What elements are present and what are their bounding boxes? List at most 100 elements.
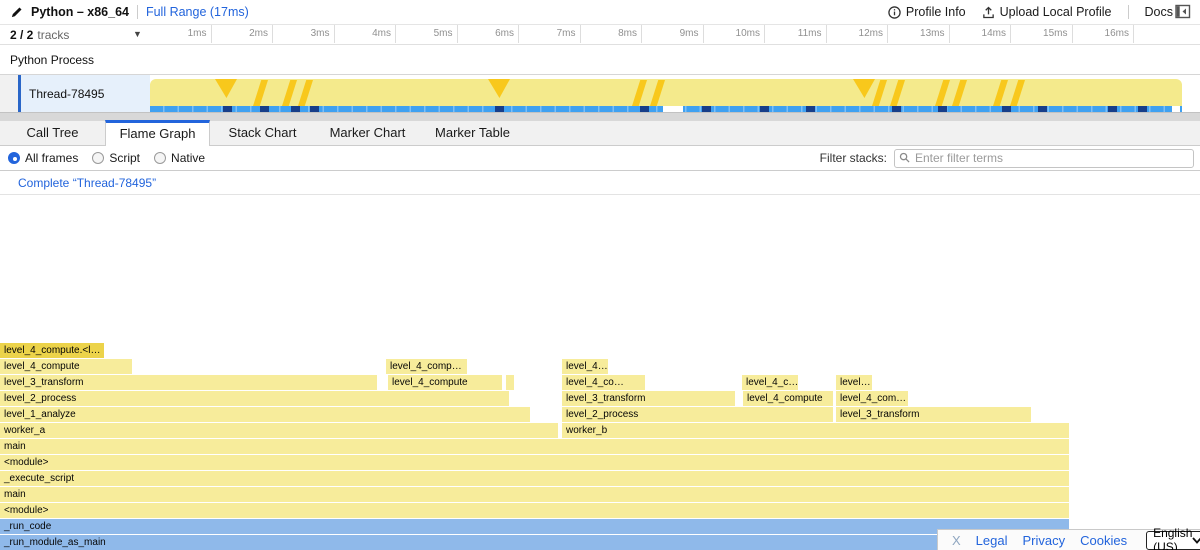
- flame-frame[interactable]: level_4_comp…: [386, 359, 467, 374]
- radio-dot-native[interactable]: [154, 152, 166, 164]
- ruler-tick: 13ms: [888, 25, 950, 43]
- ruler-tick: 1ms: [150, 25, 212, 43]
- header-actions: Profile Info Upload Local Profile Docs: [888, 5, 1190, 19]
- radio-dot-all-frames[interactable]: [8, 152, 20, 164]
- marker-slash-icon: [890, 80, 905, 106]
- flame-frame[interactable]: level_1_analyze: [0, 407, 530, 422]
- flame-frame[interactable]: worker_b: [562, 423, 1069, 438]
- ruler-tick: 10ms: [704, 25, 766, 43]
- flame-frame[interactable]: level_2_process: [562, 407, 833, 422]
- flame-frame[interactable]: level_4_compute.<l…: [0, 343, 104, 358]
- profile-name-group: Python – x86_64 Full Range (17ms): [10, 5, 249, 19]
- tracks-dropdown[interactable]: 2 / 2 tracks ▼: [0, 25, 150, 44]
- footer-close-button[interactable]: X: [952, 533, 961, 548]
- flame-frame[interactable]: main: [0, 487, 1069, 502]
- marker-slash-icon: [650, 80, 665, 106]
- gc-marker-icon: [488, 79, 510, 98]
- thread-track-label-area[interactable]: Thread-78495: [21, 75, 150, 112]
- flame-frame[interactable]: worker_a: [0, 423, 558, 438]
- ruler-tick: 16ms: [1073, 25, 1135, 43]
- flame-frame[interactable]: level_4_compute: [743, 391, 833, 406]
- marker-slash-icon: [993, 80, 1008, 106]
- footer-links: Legal Privacy Cookies: [976, 533, 1127, 548]
- docs-label: Docs: [1145, 5, 1173, 19]
- flame-frame[interactable]: level_4_c…: [742, 375, 798, 390]
- flame-frame[interactable]: [506, 375, 514, 390]
- full-range-link[interactable]: Full Range (17ms): [146, 5, 249, 19]
- flame-frame[interactable]: main: [0, 439, 1069, 454]
- thread-track-canvas[interactable]: [150, 75, 1182, 112]
- radio-label-native: Native: [171, 151, 205, 165]
- tab-marker-table[interactable]: Marker Table: [420, 121, 525, 145]
- breadcrumb-complete-thread[interactable]: Complete “Thread-78495”: [18, 176, 156, 190]
- cpu-activity-graph[interactable]: [150, 79, 1182, 106]
- language-select[interactable]: English (US): [1146, 531, 1200, 550]
- flame-frame[interactable]: level_2_process: [0, 391, 509, 406]
- edit-pencil-icon[interactable]: [10, 6, 23, 19]
- marker-slash-icon: [1010, 80, 1025, 106]
- flame-frame[interactable]: level_4_compute: [388, 375, 502, 390]
- flame-frame[interactable]: _run_code: [0, 519, 1069, 534]
- radio-script[interactable]: Script: [92, 151, 140, 165]
- tab-marker-chart[interactable]: Marker Chart: [315, 121, 420, 145]
- ruler-tick: 6ms: [458, 25, 520, 43]
- flame-frame[interactable]: level_4_co…: [562, 375, 645, 390]
- language-select-value: English (US): [1153, 526, 1192, 550]
- flame-frame[interactable]: level_4_com…: [836, 391, 908, 406]
- profile-info-button[interactable]: Profile Info: [888, 5, 966, 19]
- upload-profile-button[interactable]: Upload Local Profile: [982, 5, 1112, 19]
- upload-icon: [982, 6, 995, 19]
- time-ruler[interactable]: 1ms2ms3ms4ms5ms6ms7ms8ms9ms10ms11ms12ms1…: [150, 25, 1182, 44]
- footer-link-cookies[interactable]: Cookies: [1080, 533, 1127, 548]
- tab-call-tree[interactable]: Call Tree: [0, 121, 105, 145]
- filter-stacks-label: Filter stacks:: [820, 151, 887, 165]
- ruler-tick: 3ms: [273, 25, 335, 43]
- ruler-tick: 2ms: [212, 25, 274, 43]
- chevron-down-icon: ▼: [133, 29, 142, 39]
- ruler-tick: 12ms: [827, 25, 889, 43]
- profile-title: Python – x86_64: [31, 5, 129, 19]
- radio-dot-script[interactable]: [92, 152, 104, 164]
- filter-stacks-input[interactable]: [894, 149, 1194, 168]
- tab-flame-graph[interactable]: Flame Graph: [105, 120, 210, 146]
- info-icon: [888, 6, 901, 19]
- flame-frame[interactable]: level_3_transform: [836, 407, 1031, 422]
- footer-link-legal[interactable]: Legal: [976, 533, 1008, 548]
- footer-link-privacy[interactable]: Privacy: [1022, 533, 1065, 548]
- frame-filter-radios: All frames Script Native: [8, 151, 205, 165]
- radio-native[interactable]: Native: [154, 151, 205, 165]
- profiler-app: Python – x86_64 Full Range (17ms) Profil…: [0, 0, 1200, 550]
- flame-frame[interactable]: <module>: [0, 455, 1069, 470]
- process-track-label: Python Process: [10, 53, 94, 67]
- flame-frame[interactable]: level_4_compute: [0, 359, 132, 374]
- thread-track-row[interactable]: Thread-78495: [0, 75, 1200, 112]
- upload-label: Upload Local Profile: [1000, 5, 1112, 19]
- ruler-tick: 5ms: [396, 25, 458, 43]
- ruler-tick: 11ms: [765, 25, 827, 43]
- cookie-footer: X Legal Privacy Cookies English (US): [937, 529, 1200, 550]
- radio-all-frames[interactable]: All frames: [8, 151, 78, 165]
- ruler-tick: 8ms: [581, 25, 643, 43]
- flame-frame[interactable]: _execute_script: [0, 471, 1069, 486]
- gc-marker-icon: [853, 79, 875, 98]
- flame-frame[interactable]: level_4…: [562, 359, 608, 374]
- header-divider-2: [1128, 5, 1129, 19]
- ruler-tick: 14ms: [950, 25, 1012, 43]
- tracks-word: tracks: [37, 28, 69, 42]
- header-divider: [137, 5, 138, 19]
- marker-slash-icon: [253, 80, 268, 106]
- filter-group: Filter stacks:: [820, 149, 1200, 168]
- flame-frame[interactable]: _run_module_as_main: [0, 535, 1069, 550]
- sidebar-toggle-button[interactable]: [1175, 4, 1191, 19]
- flame-frame[interactable]: level…: [836, 375, 872, 390]
- flame-frame[interactable]: <module>: [0, 503, 1069, 518]
- flame-graph-canvas[interactable]: level_4_compute.<l…level_4_computelevel_…: [0, 195, 1200, 550]
- ruler-tick: 9ms: [642, 25, 704, 43]
- flame-frame[interactable]: level_3_transform: [562, 391, 735, 406]
- app-header: Python – x86_64 Full Range (17ms) Profil…: [0, 0, 1200, 25]
- radio-label-script: Script: [109, 151, 140, 165]
- tracks-count: 2 / 2: [10, 28, 33, 42]
- flame-frame[interactable]: level_3_transform: [0, 375, 377, 390]
- process-track-header[interactable]: Python Process: [0, 45, 1200, 75]
- tab-stack-chart[interactable]: Stack Chart: [210, 121, 315, 145]
